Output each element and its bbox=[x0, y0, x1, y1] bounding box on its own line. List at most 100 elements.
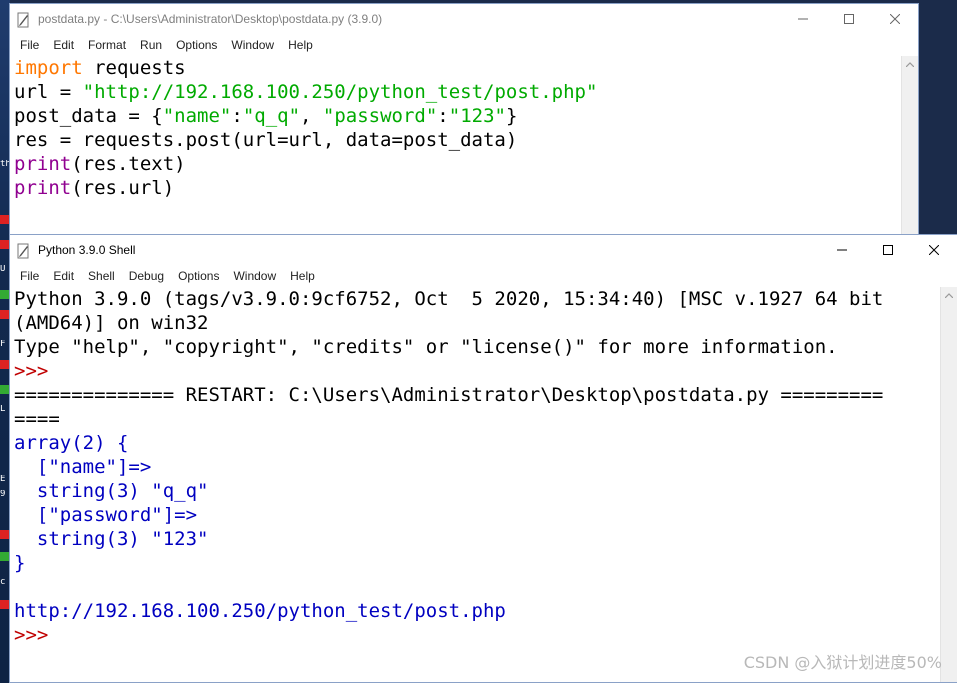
maximize-icon bbox=[883, 245, 893, 255]
scroll-up-arrow-icon[interactable] bbox=[902, 56, 918, 73]
code-line: Python 3.9.0 (tags/v3.9.0:9cf6752, Oct 5… bbox=[14, 287, 940, 311]
desktop-icon-fragment bbox=[0, 385, 9, 394]
desktop-icon-fragment bbox=[0, 600, 9, 609]
code-token: "123" bbox=[448, 105, 506, 127]
desktop-icon-fragment bbox=[0, 552, 9, 561]
code-line: ============== RESTART: C:\Users\Adminis… bbox=[14, 383, 940, 407]
code-line: array(2) { bbox=[14, 431, 940, 455]
code-line: ["password"]=> bbox=[14, 503, 940, 527]
code-token: : bbox=[437, 105, 449, 127]
maximize-icon bbox=[844, 14, 854, 24]
desktop-icon-fragment: U bbox=[0, 265, 6, 274]
menu-file[interactable]: File bbox=[13, 265, 46, 287]
maximize-button[interactable] bbox=[865, 235, 911, 265]
code-line: post_data = {"name":"q_q", "password":"1… bbox=[14, 104, 901, 128]
code-token: , bbox=[300, 105, 323, 127]
desktop-icon-fragment: L bbox=[0, 405, 6, 414]
menu-options[interactable]: Options bbox=[169, 34, 224, 56]
code-token: ==== bbox=[14, 408, 60, 430]
code-token: "password" bbox=[322, 105, 438, 127]
menu-window[interactable]: Window bbox=[226, 265, 283, 287]
editor-text-area[interactable]: import requests url = "http://192.168.100… bbox=[10, 56, 901, 237]
menu-file[interactable]: File bbox=[13, 34, 46, 56]
code-token: >>> bbox=[14, 624, 60, 646]
menu-run[interactable]: Run bbox=[133, 34, 169, 56]
desktop-icon-fragment: E bbox=[0, 475, 6, 484]
menu-edit[interactable]: Edit bbox=[46, 265, 81, 287]
menu-options[interactable]: Options bbox=[171, 265, 226, 287]
code-token: post_data = { bbox=[14, 105, 163, 127]
code-line: res = requests.post(url=url, data=post_d… bbox=[14, 128, 901, 152]
desktop-icon-fragment bbox=[0, 240, 9, 249]
code-line: url = "http://192.168.100.250/python_tes… bbox=[14, 80, 901, 104]
menu-edit[interactable]: Edit bbox=[46, 34, 81, 56]
shell-scrollbar[interactable] bbox=[940, 287, 957, 682]
desktop-icon-fragment bbox=[0, 530, 9, 539]
minimize-icon bbox=[837, 249, 847, 251]
code-token: ============== RESTART: C:\Users\Adminis… bbox=[14, 384, 884, 406]
code-token: print bbox=[14, 153, 72, 175]
minimize-button[interactable] bbox=[780, 4, 826, 34]
python-feather-icon bbox=[16, 243, 32, 259]
shell-menubar: File Edit Shell Debug Options Window Help bbox=[10, 265, 957, 287]
editor-title: postdata.py - C:\Users\Administrator\Des… bbox=[38, 12, 383, 26]
close-button[interactable] bbox=[911, 235, 957, 265]
close-button[interactable] bbox=[872, 4, 918, 34]
editor-menubar: File Edit Format Run Options Window Help bbox=[10, 34, 918, 56]
python-feather-icon bbox=[16, 12, 32, 28]
menu-format[interactable]: Format bbox=[81, 34, 133, 56]
shell-title: Python 3.9.0 Shell bbox=[38, 243, 136, 257]
code-token: Type "help", "copyright", "credits" or "… bbox=[14, 336, 838, 358]
code-token: print bbox=[14, 177, 72, 199]
code-token: "q_q" bbox=[242, 105, 301, 127]
code-token: : bbox=[231, 105, 243, 127]
code-token: string(3) "q_q" bbox=[14, 480, 209, 502]
code-line: print(res.url) bbox=[14, 176, 901, 200]
minimize-button[interactable] bbox=[819, 235, 865, 265]
code-token: >>> bbox=[14, 360, 60, 382]
scroll-up-arrow-icon[interactable] bbox=[941, 287, 957, 304]
desktop-icon-fragment: c bbox=[0, 578, 6, 587]
code-token: requests bbox=[82, 57, 186, 79]
code-line: string(3) "q_q" bbox=[14, 479, 940, 503]
code-line: print(res.text) bbox=[14, 152, 901, 176]
menu-help[interactable]: Help bbox=[283, 265, 322, 287]
shell-window: Python 3.9.0 Shell File Edit Shell Debug Opt… bbox=[9, 234, 957, 683]
code-line: Type "help", "copyright", "credits" or "… bbox=[14, 335, 940, 359]
code-line: ["name"]=> bbox=[14, 455, 940, 479]
menu-debug[interactable]: Debug bbox=[122, 265, 171, 287]
code-line: import requests bbox=[14, 56, 901, 80]
code-line: ==== bbox=[14, 407, 940, 431]
code-token: ["password"]=> bbox=[14, 504, 198, 526]
desktop-icon-fragment: F bbox=[0, 340, 6, 349]
desktop-icon-fragment bbox=[0, 215, 9, 224]
editor-scrollbar[interactable] bbox=[901, 56, 918, 237]
code-token: http://192.168.100.250/python_test/post.… bbox=[14, 600, 506, 622]
code-token: url = bbox=[14, 81, 83, 103]
code-token: string(3) "123" bbox=[14, 528, 209, 550]
shell-text-area[interactable]: Python 3.9.0 (tags/v3.9.0:9cf6752, Oct 5… bbox=[10, 287, 940, 682]
shell-titlebar[interactable]: Python 3.9.0 Shell bbox=[10, 235, 957, 265]
menu-shell[interactable]: Shell bbox=[81, 265, 122, 287]
code-line: string(3) "123" bbox=[14, 527, 940, 551]
code-token: (res.url) bbox=[71, 177, 175, 199]
code-token: Python 3.9.0 (tags/v3.9.0:9cf6752, Oct 5… bbox=[14, 288, 884, 310]
editor-window: postdata.py - C:\Users\Administrator\Des… bbox=[9, 3, 919, 238]
editor-titlebar[interactable]: postdata.py - C:\Users\Administrator\Des… bbox=[10, 4, 918, 34]
code-token: } bbox=[14, 552, 26, 574]
code-token: "name" bbox=[162, 105, 232, 127]
close-icon bbox=[929, 245, 939, 255]
code-token: ["name"]=> bbox=[14, 456, 152, 478]
code-token: res = requests.post(url=url, data=post_d… bbox=[14, 129, 518, 151]
minimize-icon bbox=[798, 18, 808, 20]
close-icon bbox=[890, 14, 900, 24]
menu-help[interactable]: Help bbox=[281, 34, 320, 56]
desktop-icon-fragment: th bbox=[0, 160, 9, 169]
code-line: >>> bbox=[14, 359, 940, 383]
code-line: http://192.168.100.250/python_test/post.… bbox=[14, 599, 940, 623]
code-token: array(2) { bbox=[14, 432, 129, 454]
code-token: "http://192.168.100.250/python_test/post… bbox=[82, 81, 598, 103]
menu-window[interactable]: Window bbox=[224, 34, 281, 56]
maximize-button[interactable] bbox=[826, 4, 872, 34]
